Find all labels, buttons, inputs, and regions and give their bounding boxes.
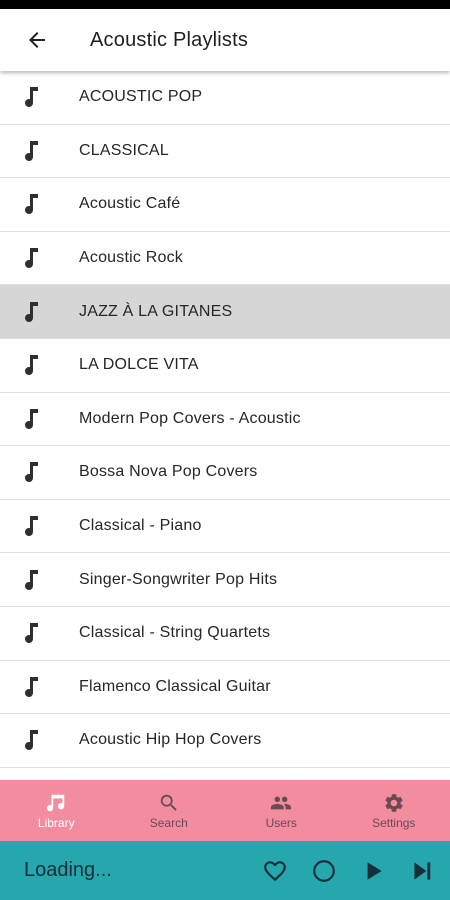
- playlist-title: LA DOLCE VITA: [79, 356, 199, 374]
- playlist-title: Classical - String Quartets: [79, 624, 271, 642]
- list-item[interactable]: Classical - String Quartets: [0, 606, 450, 661]
- music-note-icon-wrap: [0, 407, 79, 431]
- music-note-icon: [25, 248, 38, 269]
- music-note-icon: [25, 408, 38, 429]
- music-note-icon: [47, 794, 65, 811]
- music-note-icon-wrap: [0, 300, 79, 324]
- nav-item-search[interactable]: Search: [113, 780, 226, 841]
- heart-icon: [263, 860, 286, 881]
- playlist-title: CLASSICAL: [79, 141, 169, 159]
- nav-label: Library: [37, 815, 75, 830]
- status-bar: [0, 0, 450, 9]
- app-bar: Acoustic Playlists: [0, 9, 450, 71]
- skip-next-button[interactable]: [397, 841, 446, 900]
- list-item[interactable]: Acoustic Café: [0, 178, 450, 232]
- skip-next-icon: [413, 861, 430, 880]
- list-item[interactable]: Acoustic Hip Hop Covers: [0, 714, 450, 768]
- playlist-title: Modern Pop Covers - Acoustic: [79, 409, 301, 427]
- playlist-title: ACOUSTIC POP: [79, 88, 203, 106]
- list-item[interactable]: LA DOLCE VITA: [0, 338, 450, 393]
- music-note-icon-wrap: [0, 139, 79, 163]
- music-note-icon: [25, 676, 38, 697]
- playlist-title: Acoustic Rock: [79, 249, 183, 267]
- play-icon: [367, 861, 382, 880]
- nav-item-library[interactable]: Library: [0, 780, 113, 841]
- music-note-icon: [25, 301, 38, 322]
- music-note-icon: [25, 355, 38, 376]
- list-item[interactable]: Singer-Songwriter Pop Hits: [0, 553, 450, 607]
- playlist-title: Flamenco Classical Guitar: [79, 677, 271, 695]
- arrow-back-icon: [29, 32, 45, 48]
- playlist-title: Bossa Nova Pop Covers: [79, 463, 258, 481]
- list-item[interactable]: CLASSICAL: [0, 124, 450, 179]
- music-note-icon: [25, 623, 38, 644]
- music-note-icon-wrap: [0, 192, 79, 216]
- list-item[interactable]: Classical - Piano: [0, 499, 450, 554]
- music-note-icon: [25, 140, 38, 161]
- playlist-list: ACOUSTIC POP CLASSICAL Acoustic Café Acoust…: [0, 71, 450, 780]
- list-item[interactable]: Bossa Nova Pop Covers: [0, 446, 450, 500]
- bottom-navigation: Library Search Users Settings: [0, 780, 450, 841]
- music-note-icon-wrap: [0, 514, 79, 538]
- music-note-icon-wrap: [0, 246, 79, 270]
- list-item[interactable]: JAZZ À LA GITANES: [0, 285, 450, 339]
- people-icon: [271, 796, 292, 809]
- search-icon: [160, 794, 177, 811]
- music-note-icon-wrap: [0, 85, 79, 109]
- music-note-icon-wrap: [0, 621, 79, 645]
- list-item[interactable]: ACOUSTIC POP: [0, 71, 450, 125]
- playlist-title: JAZZ À LA GITANES: [79, 302, 233, 320]
- list-item[interactable]: Flamenco Classical Guitar: [0, 660, 450, 715]
- gear-icon: [385, 793, 403, 812]
- music-note-icon-wrap: [0, 728, 79, 752]
- music-note-icon: [25, 730, 38, 751]
- nav-label: Users: [265, 815, 297, 830]
- favorite-button[interactable]: [250, 841, 299, 900]
- music-note-icon: [25, 516, 38, 537]
- music-note-icon-wrap: [0, 675, 79, 699]
- page-title: Acoustic Playlists: [90, 28, 249, 51]
- playlist-title: Acoustic Hip Hop Covers: [79, 731, 262, 749]
- loop-button[interactable]: [299, 841, 348, 900]
- nav-item-settings[interactable]: Settings: [338, 780, 450, 841]
- player-status-text: Loading...: [24, 859, 112, 881]
- nav-label: Settings: [372, 815, 416, 830]
- music-note-icon: [25, 194, 38, 215]
- music-note-icon-wrap: [0, 460, 79, 484]
- music-note-icon: [25, 87, 38, 108]
- music-note-icon-wrap: [0, 353, 79, 377]
- playlist-title: Acoustic Café: [79, 195, 181, 213]
- circle-icon: [312, 859, 335, 882]
- list-item[interactable]: Modern Pop Covers - Acoustic: [0, 392, 450, 447]
- play-button[interactable]: [348, 841, 397, 900]
- list-item[interactable]: Acoustic Rock: [0, 231, 450, 286]
- back-button[interactable]: [0, 9, 76, 71]
- playlist-title: Classical - Piano: [79, 517, 202, 535]
- playlist-title: Singer-Songwriter Pop Hits: [79, 570, 278, 588]
- music-note-icon: [25, 462, 38, 483]
- mini-player: Loading...: [0, 841, 450, 900]
- nav-item-users[interactable]: Users: [225, 780, 338, 841]
- nav-label: Search: [149, 815, 188, 830]
- music-note-icon: [25, 569, 38, 590]
- music-note-icon-wrap: [0, 568, 79, 592]
